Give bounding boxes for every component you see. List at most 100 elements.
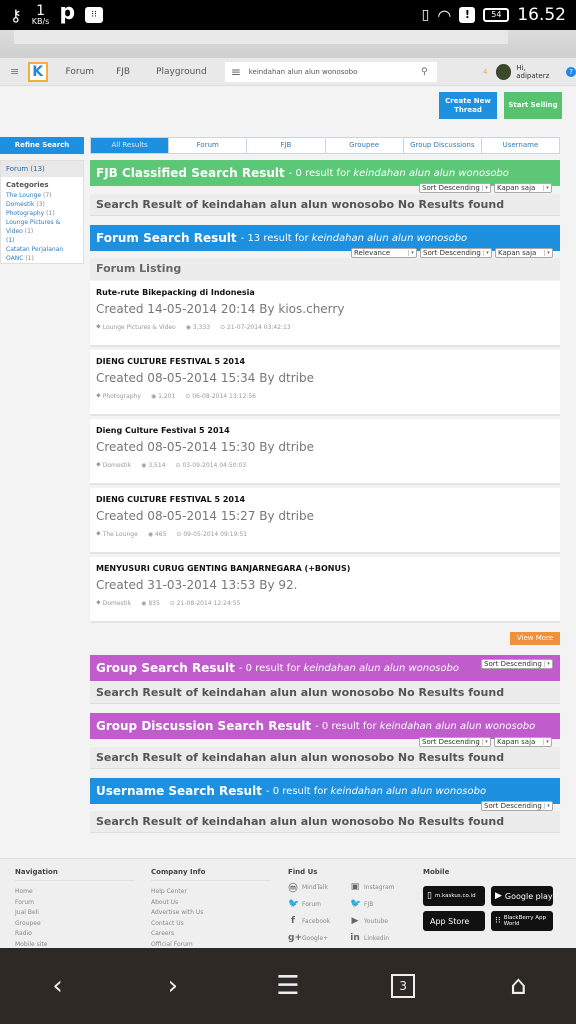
nav-playground[interactable]: Playground [156,67,207,77]
category-link[interactable]: The Lounge (7) [1,191,83,200]
notification-count[interactable]: 4 [483,68,487,76]
youtube-link[interactable]: ▶ Youtube [350,914,412,928]
search-input[interactable] [248,67,422,76]
tab-all-results[interactable]: All Results [91,138,170,153]
vpn-key-icon: ⚷ [10,5,22,25]
app-store-badge[interactable]: App Store [423,911,485,931]
sort-select[interactable]: Sort Descending ▾ [419,737,491,747]
chevron-down-icon: ▾ [543,185,551,191]
parking-icon: p [59,0,76,25]
thread-title[interactable]: DIENG CULTURE FESTIVAL 5 2014 [96,495,560,504]
time-select[interactable]: Kapan saja ▾ [494,737,552,747]
blackberry-icon: ⁝⁝ [495,916,501,926]
tag-icon: ⯁ Domestik [96,462,132,469]
footer-link[interactable]: Help Center [151,887,271,898]
start-selling-button[interactable]: Start Selling [504,92,562,119]
thread-title[interactable]: MENYUSURI CURUG GENTING BANJARNEGARA (+B… [96,564,560,573]
tabs-button[interactable]: 3 [383,966,423,1006]
footer-link[interactable]: Radio [15,929,135,940]
nav-forum[interactable]: Forum [66,67,95,77]
mobile-site-badge[interactable]: ▯ m.kaskus.co.id [423,886,485,906]
forward-button[interactable]: › [153,966,193,1006]
googleplus-link[interactable]: g+ Google+ [288,931,350,945]
footer-navigation: Navigation Home Forum Jual Beli Groupee … [15,868,135,950]
thread-item[interactable]: Rute-rute Bikepacking di Indonesia Creat… [90,281,560,347]
time-select[interactable]: Kapan saja ▾ [495,248,553,258]
hamburger-icon[interactable]: ≡ [10,65,22,78]
instagram-link[interactable]: ▣ Instagram [350,880,412,894]
clock-icon: ⊙ 21-08-2014 12:24:55 [169,600,241,607]
thread-title[interactable]: DIENG CULTURE FESTIVAL 5 2014 [96,357,560,366]
time-select[interactable]: Kapan saja ▾ [494,183,552,193]
user-greeting[interactable]: Hi, adipaterz [516,64,560,80]
thread-title[interactable]: Dieng Culture Festival 5 2014 [96,426,560,435]
chevron-right-icon: › [167,971,178,1001]
linkedin-link[interactable]: in Linkedin [350,931,412,945]
footer-link[interactable]: About Us [151,898,271,909]
create-thread-button[interactable]: Create New Thread [439,92,497,119]
relevance-select[interactable]: Relevance ▾ [351,248,417,258]
categories-title: Categories [6,181,49,189]
tab-forum[interactable]: Forum [169,138,248,153]
footer-link[interactable]: Jual Beli [15,908,135,919]
tab-group-discussions[interactable]: Group Discussions [404,138,482,153]
facebook-link[interactable]: f Facebook [288,914,350,928]
tab-username[interactable]: Username [482,138,559,153]
google-play-badge[interactable]: ▶ Google play [491,886,553,906]
footer-link[interactable]: Careers [151,929,271,940]
bbm-icon: ⁝⁝ [85,7,104,23]
footer-link[interactable]: Groupee [15,919,135,930]
sim-alert-icon: ! [459,7,476,23]
category-link[interactable]: Domestik (3) [1,200,83,209]
footer-link[interactable]: Contact Us [151,919,271,930]
thread-item[interactable]: Dieng Culture Festival 5 2014 Created 08… [90,419,560,485]
thread-title[interactable]: Rute-rute Bikepacking di Indonesia [96,288,560,297]
chevron-down-icon: ▾ [408,250,416,256]
tab-fjb[interactable]: FJB [247,138,326,153]
home-button[interactable]: ⌂ [498,966,538,1006]
sort-select[interactable]: Sort Descending ▾ [420,248,492,258]
home-icon: ⌂ [510,971,527,1001]
view-more-button[interactable]: View More [510,632,560,645]
twitter-fjb-link[interactable]: 🐦 FJB [350,897,412,911]
menu-button[interactable]: ☰ [268,966,308,1006]
category-link[interactable]: Photography (1) [1,209,83,218]
kaskus-logo[interactable]: K [27,61,48,82]
footer-link[interactable]: Home [15,887,135,898]
avatar[interactable] [495,63,512,80]
wifi-icon: ◠ [437,5,452,25]
group-filters: Sort Descending ▾ [481,659,553,669]
help-icon[interactable]: ? [566,66,576,77]
clock-icon: ⊙ 06-08-2014 13:12:56 [185,393,256,400]
sort-select[interactable]: Sort Descending ▾ [481,801,553,811]
network-speed: 1 KB/s [31,3,50,26]
tab-groupee[interactable]: Groupee [326,138,404,153]
mindtalk-link[interactable]: ⓜ MindTalk [288,880,350,894]
sort-select[interactable]: Sort Descending ▾ [481,659,553,669]
nav-fjb[interactable]: FJB [116,67,130,77]
category-link[interactable]: Catatan Perjalanan [1,245,83,254]
thread-item[interactable]: DIENG CULTURE FESTIVAL 5 2014 Created 08… [90,488,560,554]
sort-select[interactable]: Sort Descending ▾ [419,183,491,193]
clock-icon: ⊙ 09-05-2014 09:19:51 [176,531,248,538]
footer-link[interactable]: Forum [15,898,135,909]
clock: 16.52 [517,5,566,25]
back-button[interactable]: ‹ [38,966,78,1006]
chevron-down-icon: ▾ [482,739,490,745]
footer-company: Company Info Help Center About Us Advert… [151,868,271,950]
category-link[interactable]: Lounge Pictures & Video (1) [1,218,83,236]
clock-icon: ⊙ 03-09-2014 04:50:03 [175,462,247,469]
search-icon[interactable]: ⚲ [421,67,437,77]
footer-link[interactable]: Advertise with Us [151,908,271,919]
thread-item[interactable]: MENYUSURI CURUG GENTING BANJARNEGARA (+B… [90,557,560,623]
forum-count-filter[interactable]: Forum (13) [1,161,83,177]
twitter-forum-link[interactable]: 🐦 Forum [288,897,350,911]
blackberry-badge[interactable]: ⁝⁝ BlackBerry App World [491,911,553,931]
tag-icon: ⯁ Domestik [96,600,132,607]
search-menu-icon[interactable]: ≡ [225,65,247,79]
thread-item[interactable]: DIENG CULTURE FESTIVAL 5 2014 Created 08… [90,350,560,416]
twitter-icon: 🐦 [350,899,362,909]
category-link[interactable]: OANC (1) [1,254,83,263]
category-link[interactable]: (1) [1,236,83,245]
thread-created: Created 08-05-2014 15:34 By dtribe [96,371,314,385]
